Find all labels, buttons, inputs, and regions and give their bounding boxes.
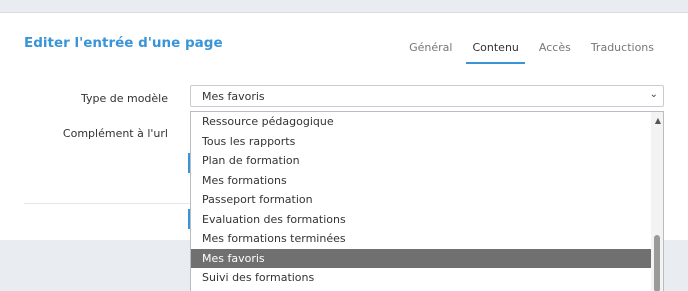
section-divider bbox=[24, 203, 190, 204]
top-bar bbox=[0, 0, 688, 12]
template-type-select[interactable]: Mes favoris ⌄ bbox=[190, 85, 664, 107]
page-title: Editer l'entrée d'une page bbox=[24, 35, 223, 51]
dropdown-option[interactable]: Plan de formation bbox=[191, 151, 663, 171]
dropdown-option[interactable]: Mes formations terminées bbox=[191, 229, 663, 249]
template-type-value: Mes favoris bbox=[202, 90, 265, 103]
tab-contenu[interactable]: Contenu bbox=[466, 41, 526, 65]
chevron-down-icon: ⌄ bbox=[649, 89, 658, 100]
template-type-dropdown[interactable]: Ressource pédagogique Tous les rapports … bbox=[190, 111, 664, 291]
dropdown-scrollbar[interactable]: ▲ bbox=[651, 112, 663, 291]
tab-acces[interactable]: Accès bbox=[539, 41, 571, 65]
dropdown-option[interactable]: Mes formations bbox=[191, 171, 663, 191]
tab-general[interactable]: Général bbox=[409, 41, 452, 65]
url-complement-label: Complément à l'url bbox=[62, 127, 168, 140]
template-type-label: Type de modèle bbox=[80, 92, 168, 105]
dropdown-option[interactable]: Suivi des formations bbox=[191, 268, 663, 288]
dropdown-option[interactable]: Tous les rapports bbox=[191, 132, 663, 152]
dropdown-option[interactable]: Evaluation des formations bbox=[191, 210, 663, 230]
dropdown-option-selected[interactable]: Mes favoris bbox=[191, 248, 663, 268]
tab-bar: Général Contenu Accès Traductions bbox=[389, 41, 654, 65]
dropdown-option[interactable]: Ressource pédagogique bbox=[191, 112, 663, 132]
scroll-thumb[interactable] bbox=[654, 235, 660, 291]
dropdown-option[interactable]: Passeport formation bbox=[191, 190, 663, 210]
scroll-up-arrow-icon[interactable]: ▲ bbox=[655, 116, 661, 125]
tab-traductions[interactable]: Traductions bbox=[591, 41, 654, 65]
